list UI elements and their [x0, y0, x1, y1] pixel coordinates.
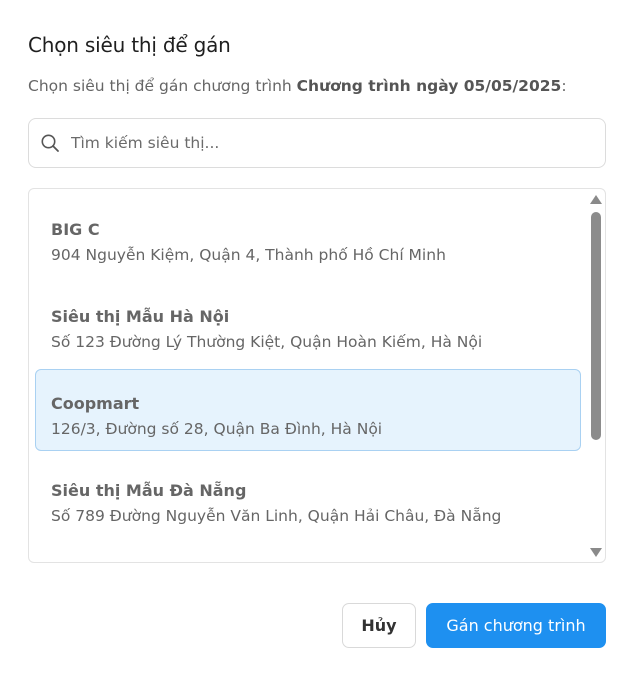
supermarket-list[interactable]: BIG C 904 Nguyễn Kiệm, Quận 4, Thành phố…: [28, 188, 606, 563]
search-input[interactable]: [69, 133, 593, 153]
supermarket-address: 904 Nguyễn Kiệm, Quận 4, Thành phố Hồ Ch…: [51, 246, 446, 264]
scroll-up-arrow-icon[interactable]: [590, 195, 602, 204]
supermarket-address: 126/3, Đường số 28, Quận Ba Đình, Hà Nội: [51, 420, 383, 438]
program-name: Chương trình ngày 05/05/2025: [296, 77, 562, 95]
supermarket-address: Số 123 Đường Lý Thường Kiệt, Quận Hoàn K…: [51, 333, 483, 351]
supermarket-item-big-c[interactable]: BIG C 904 Nguyễn Kiệm, Quận 4, Thành phố…: [35, 195, 581, 277]
supermarket-name: BIG C: [51, 220, 100, 239]
dialog-subtitle: Chọn siêu thị để gán chương trình Chương…: [28, 77, 567, 95]
assign-program-button[interactable]: Gán chương trình: [426, 603, 606, 648]
supermarket-name: Coopmart: [51, 394, 140, 413]
subtitle-prefix: Chọn siêu thị để gán chương trình: [28, 77, 297, 95]
list-scrollbar[interactable]: [589, 193, 603, 559]
assign-supermarket-dialog: Chọn siêu thị để gán Chọn siêu thị để gá…: [0, 0, 635, 676]
supermarket-name: Siêu thị Mẫu Hà Nội: [51, 307, 230, 326]
subtitle-suffix: :: [561, 77, 567, 95]
scroll-thumb[interactable]: [591, 212, 601, 440]
supermarket-address: Số 789 Đường Nguyễn Văn Linh, Quận Hải C…: [51, 507, 502, 525]
scroll-down-arrow-icon[interactable]: [590, 548, 602, 557]
supermarket-name: Siêu thị Mẫu Đà Nẵng: [51, 481, 247, 500]
supermarket-item-mau-da-nang[interactable]: Siêu thị Mẫu Đà Nẵng Số 789 Đường Nguyễn…: [35, 456, 581, 538]
search-box[interactable]: [28, 118, 606, 168]
supermarket-item-coopmart[interactable]: Coopmart 126/3, Đường số 28, Quận Ba Đìn…: [35, 369, 581, 451]
cancel-button[interactable]: Hủy: [342, 603, 416, 648]
search-icon: [39, 132, 61, 154]
dialog-title: Chọn siêu thị để gán: [28, 33, 231, 57]
supermarket-item-mau-ha-noi[interactable]: Siêu thị Mẫu Hà Nội Số 123 Đường Lý Thườ…: [35, 282, 581, 364]
